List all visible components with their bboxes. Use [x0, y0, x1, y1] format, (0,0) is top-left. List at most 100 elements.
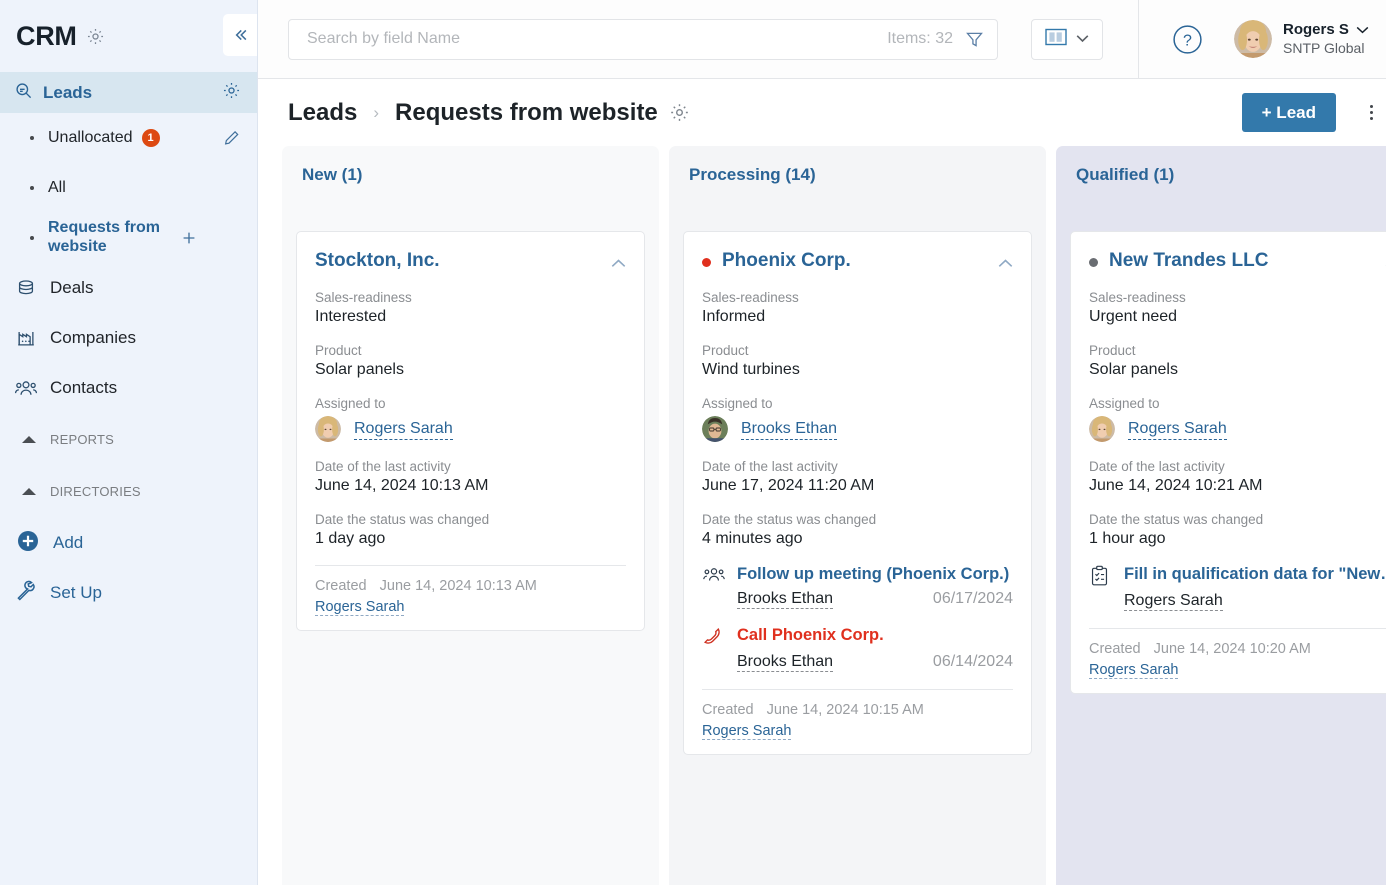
- activity-title[interactable]: Fill in qualification data for "New Tra.…: [1124, 565, 1386, 584]
- user-name-label: Rogers S: [1283, 20, 1349, 38]
- page-title[interactable]: Requests from website: [395, 99, 658, 127]
- top-toolbar: Items: 32: [258, 0, 1386, 79]
- user-menu[interactable]: Rogers S SNTP Global: [1234, 20, 1369, 58]
- created-by-link[interactable]: Rogers Sarah: [702, 723, 792, 740]
- breadcrumb-root[interactable]: Leads: [288, 99, 357, 127]
- created-by-link[interactable]: Rogers Sarah: [1089, 662, 1179, 679]
- field-label-product: Product: [702, 343, 749, 358]
- gear-icon[interactable]: [222, 81, 241, 105]
- app-logo-title: CRM: [16, 20, 77, 51]
- field-value-last-activity: June 14, 2024 10:13 AM: [315, 477, 489, 494]
- sidebar-section-directories[interactable]: DIRECTORIES: [0, 465, 257, 517]
- more-vertical-icon[interactable]: [1370, 105, 1373, 120]
- plus-icon[interactable]: [179, 228, 199, 248]
- chevron-down-icon: [1356, 21, 1369, 40]
- sidebar-item-companies[interactable]: Companies: [0, 313, 257, 363]
- activity-person-link[interactable]: Brooks Ethan: [737, 653, 834, 672]
- activity-title[interactable]: Follow up meeting (Phoenix Corp.): [737, 565, 1009, 584]
- divider: [1089, 628, 1386, 629]
- field-value-product: Wind turbines: [702, 361, 800, 378]
- question-mark-circle-icon[interactable]: ?: [1172, 24, 1203, 55]
- chevron-up-icon[interactable]: [611, 255, 626, 273]
- activity-person-link[interactable]: Rogers Sarah: [1124, 592, 1223, 611]
- sidebar-item-requests-from-website-label: Requests from website: [48, 219, 161, 255]
- activity-title[interactable]: Call Phoenix Corp.: [737, 626, 884, 645]
- lead-card-title[interactable]: New Trandes LLC: [1109, 250, 1385, 273]
- assignee-link[interactable]: Rogers Sarah: [354, 418, 453, 441]
- columns-view-icon: [1045, 28, 1067, 51]
- svg-text:?: ?: [1183, 32, 1192, 49]
- activity-item[interactable]: Follow up meeting (Phoenix Corp.) Brooks…: [702, 565, 1013, 609]
- avatar: [1089, 416, 1115, 442]
- assignee-link[interactable]: Rogers Sarah: [1128, 418, 1227, 441]
- field-label-sales-readiness: Sales-readiness: [315, 290, 412, 305]
- created-by-link[interactable]: Rogers Sarah: [315, 599, 405, 616]
- kanban-column-new: New (1) Stockton, Inc. Sales-readiness I…: [282, 146, 659, 885]
- pencil-icon[interactable]: [222, 129, 241, 148]
- search-bar[interactable]: Items: 32: [288, 18, 998, 60]
- lead-card[interactable]: Stockton, Inc. Sales-readiness Intereste…: [296, 231, 645, 631]
- coins-stack-icon: [14, 277, 38, 299]
- status-dot-icon: [702, 258, 711, 267]
- activity-date: 06/17/2024: [932, 590, 1013, 607]
- lead-card-title[interactable]: Phoenix Corp.: [722, 250, 998, 273]
- page-header: Leads › Requests from website + Lead: [258, 79, 1386, 146]
- sidebar-item-contacts-label: Contacts: [50, 378, 118, 397]
- sidebar-section-reports[interactable]: REPORTS: [0, 413, 257, 465]
- sidebar-item-add[interactable]: Add: [0, 517, 257, 569]
- triangle-up-icon: [22, 435, 36, 443]
- avatar: [702, 416, 728, 442]
- gear-icon[interactable]: [86, 27, 105, 46]
- items-count-label: Items: 32: [887, 30, 953, 47]
- sidebar-item-leads[interactable]: Leads: [0, 72, 257, 113]
- sidebar-item-requests-from-website[interactable]: Requests from website: [0, 213, 257, 263]
- assignee-link[interactable]: Brooks Ethan: [741, 418, 838, 441]
- leads-search-icon: [14, 81, 33, 105]
- field-label-assigned-to: Assigned to: [702, 396, 773, 411]
- field-label-product: Product: [1089, 343, 1136, 358]
- chevron-down-icon: [1076, 30, 1089, 48]
- lead-card[interactable]: New Trandes LLC Sales-readiness Urgent n…: [1070, 231, 1386, 694]
- field-value-status-changed: 1 day ago: [315, 530, 386, 547]
- activity-person-link[interactable]: Brooks Ethan: [737, 590, 834, 609]
- divider: [1138, 0, 1139, 79]
- created-date: June 14, 2024 10:15 AM: [766, 702, 924, 718]
- phone-call-icon: [702, 626, 728, 648]
- sidebar-item-contacts[interactable]: Contacts: [0, 363, 257, 413]
- field-value-product: Solar panels: [1089, 361, 1178, 378]
- field-label-status-changed: Date the status was changed: [315, 512, 490, 527]
- sidebar-item-deals[interactable]: Deals: [0, 263, 257, 313]
- brand-row: CRM: [0, 0, 257, 72]
- view-mode-selector[interactable]: [1031, 18, 1103, 60]
- created-label: Created: [315, 578, 367, 594]
- sidebar-item-unallocated[interactable]: Unallocated 1: [0, 113, 257, 163]
- gear-icon[interactable]: [669, 102, 690, 123]
- search-input[interactable]: [307, 30, 888, 48]
- bullet-icon: [30, 186, 34, 190]
- chevron-up-icon[interactable]: [998, 255, 1013, 273]
- lead-card[interactable]: Phoenix Corp. Sales-readiness Informed P…: [683, 231, 1032, 755]
- field-label-sales-readiness: Sales-readiness: [1089, 290, 1186, 305]
- activity-item[interactable]: Call Phoenix Corp. Brooks Ethan 06/14/20…: [702, 626, 1013, 672]
- clipboard-task-icon: [1089, 565, 1115, 587]
- funnel-filter-icon[interactable]: [964, 29, 985, 50]
- sidebar-collapse-button[interactable]: [223, 14, 257, 56]
- add-lead-button[interactable]: + Lead: [1241, 93, 1336, 132]
- meeting-people-icon: [702, 565, 728, 585]
- field-label-last-activity: Date of the last activity: [1089, 459, 1225, 474]
- bullet-icon: [30, 136, 34, 140]
- created-date: June 14, 2024 10:20 AM: [1153, 641, 1311, 657]
- field-value-product: Solar panels: [315, 361, 404, 378]
- created-label: Created: [1089, 641, 1141, 657]
- main-area: Items: 32: [258, 0, 1386, 885]
- activity-item[interactable]: Fill in qualification data for "New Tra.…: [1089, 565, 1386, 611]
- kanban-column-processing: Processing (14) Phoenix Corp. Sales-read…: [669, 146, 1046, 885]
- sidebar-item-all-label: All: [48, 179, 66, 196]
- sidebar-item-all[interactable]: All: [0, 163, 257, 213]
- avatar: [1234, 20, 1272, 58]
- lead-card-title[interactable]: Stockton, Inc.: [315, 250, 611, 273]
- field-label-last-activity: Date of the last activity: [315, 459, 451, 474]
- kanban-column-title: Qualified (1): [1076, 165, 1175, 184]
- status-badge: 1: [141, 129, 160, 147]
- sidebar-item-setup[interactable]: Set Up: [0, 569, 257, 617]
